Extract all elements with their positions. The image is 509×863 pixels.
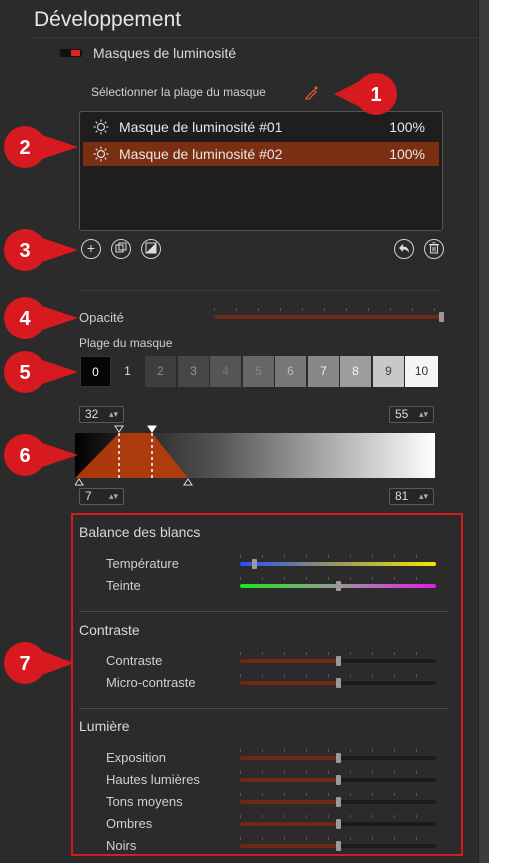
top-right-handle-icon[interactable] (147, 425, 157, 433)
callout-number: 4 (19, 308, 31, 330)
invert-mask-icon (145, 242, 157, 254)
callout-6: 6 (4, 434, 78, 476)
range-top-right-input[interactable]: 55 ▴▾ (389, 406, 434, 423)
select-range-label: Sélectionner la plage du masque (91, 85, 266, 99)
callout-number: 7 (19, 653, 30, 675)
range-bottom-right-input[interactable]: 81 ▴▾ (389, 488, 434, 505)
range-shape-overlay (75, 425, 193, 486)
opacity-fill (214, 315, 442, 319)
range-button-4[interactable]: 4 (210, 356, 241, 387)
range-button-9[interactable]: 9 (373, 356, 404, 387)
mask-name: Masque de luminosité #02 (119, 146, 283, 162)
range-button-6[interactable]: 6 (275, 356, 306, 387)
range-button-1[interactable]: 1 (112, 356, 143, 387)
stepper-icon[interactable]: ▴▾ (419, 407, 428, 422)
mask-name: Masque de luminosité #01 (119, 119, 283, 135)
callout-4: 4 (4, 297, 78, 339)
range-button-7[interactable]: 7 (308, 356, 339, 387)
duplicate-icon (115, 242, 127, 253)
range-button-10[interactable]: 10 (405, 356, 438, 387)
scrollbar[interactable] (478, 0, 489, 863)
trash-icon (429, 242, 439, 254)
range-top-left-input[interactable]: 32 ▴▾ (79, 406, 124, 423)
mask-opacity: 100% (389, 146, 425, 162)
opacity-slider-knob[interactable] (439, 312, 444, 322)
opacity-label: Opacité (79, 310, 124, 325)
range-button-0[interactable]: 0 (80, 356, 111, 387)
section-highlight-frame (71, 513, 463, 856)
mask-opacity: 100% (389, 119, 425, 135)
add-mask-button[interactable]: + (81, 239, 101, 259)
callout-number: 3 (19, 240, 30, 262)
header-divider (30, 37, 478, 38)
range-button-2[interactable]: 2 (145, 356, 176, 387)
callout-5: 5 (4, 351, 78, 393)
callout-number: 6 (19, 445, 30, 467)
luminosity-mask-icon (93, 119, 109, 135)
delete-mask-button[interactable] (424, 239, 444, 259)
range-bottom-left-value: 7 (85, 489, 92, 503)
luminosity-mask-icon (93, 146, 109, 162)
mask-row-1[interactable]: Masque de luminosité #01 100% (83, 115, 439, 139)
range-button-8[interactable]: 8 (340, 356, 371, 387)
mask-row-2[interactable]: Masque de luminosité #02 100% (83, 142, 439, 166)
mask-range-label: Plage du masque (79, 336, 173, 350)
callout-7: 7 (4, 642, 74, 684)
range-button-5[interactable]: 5 (243, 356, 274, 387)
callout-number: 2 (19, 137, 30, 159)
range-bottom-right-value: 81 (395, 489, 409, 503)
stepper-icon[interactable]: ▴▾ (109, 407, 118, 422)
stepper-icon[interactable]: ▴▾ (109, 489, 118, 504)
divider (79, 290, 441, 291)
callout-3: 3 (4, 229, 78, 271)
top-left-handle-icon[interactable] (114, 425, 124, 433)
undo-button[interactable] (394, 239, 414, 259)
callout-2: 2 (4, 126, 78, 168)
bottom-left-handle-icon[interactable] (75, 478, 84, 486)
panel-title: Développement (34, 8, 182, 31)
masks-section-title: Masques de luminosité (93, 45, 237, 61)
duplicate-mask-button[interactable] (111, 239, 131, 259)
bottom-right-handle-icon[interactable] (183, 478, 193, 486)
mask-list: Masque de luminosité #01 100% Masque de … (79, 111, 443, 231)
masks-enable-toggle[interactable] (60, 49, 82, 57)
stepper-icon[interactable]: ▴▾ (419, 489, 428, 504)
callout-number: 5 (19, 362, 30, 384)
undo-arrow-icon (399, 244, 409, 253)
panel-gutter (478, 0, 509, 863)
eyedropper-icon[interactable] (304, 84, 320, 100)
opacity-ticks (214, 308, 442, 311)
range-trapezoid (75, 433, 188, 478)
range-top-left-value: 32 (85, 407, 99, 421)
range-button-3[interactable]: 3 (178, 356, 209, 387)
plus-circle-icon: + (86, 240, 96, 256)
range-top-right-value: 55 (395, 407, 409, 421)
callout-1: 1 (334, 73, 397, 115)
invert-mask-button[interactable] (141, 239, 161, 259)
range-bottom-left-input[interactable]: 7 ▴▾ (79, 488, 124, 505)
callout-number: 1 (370, 84, 381, 106)
